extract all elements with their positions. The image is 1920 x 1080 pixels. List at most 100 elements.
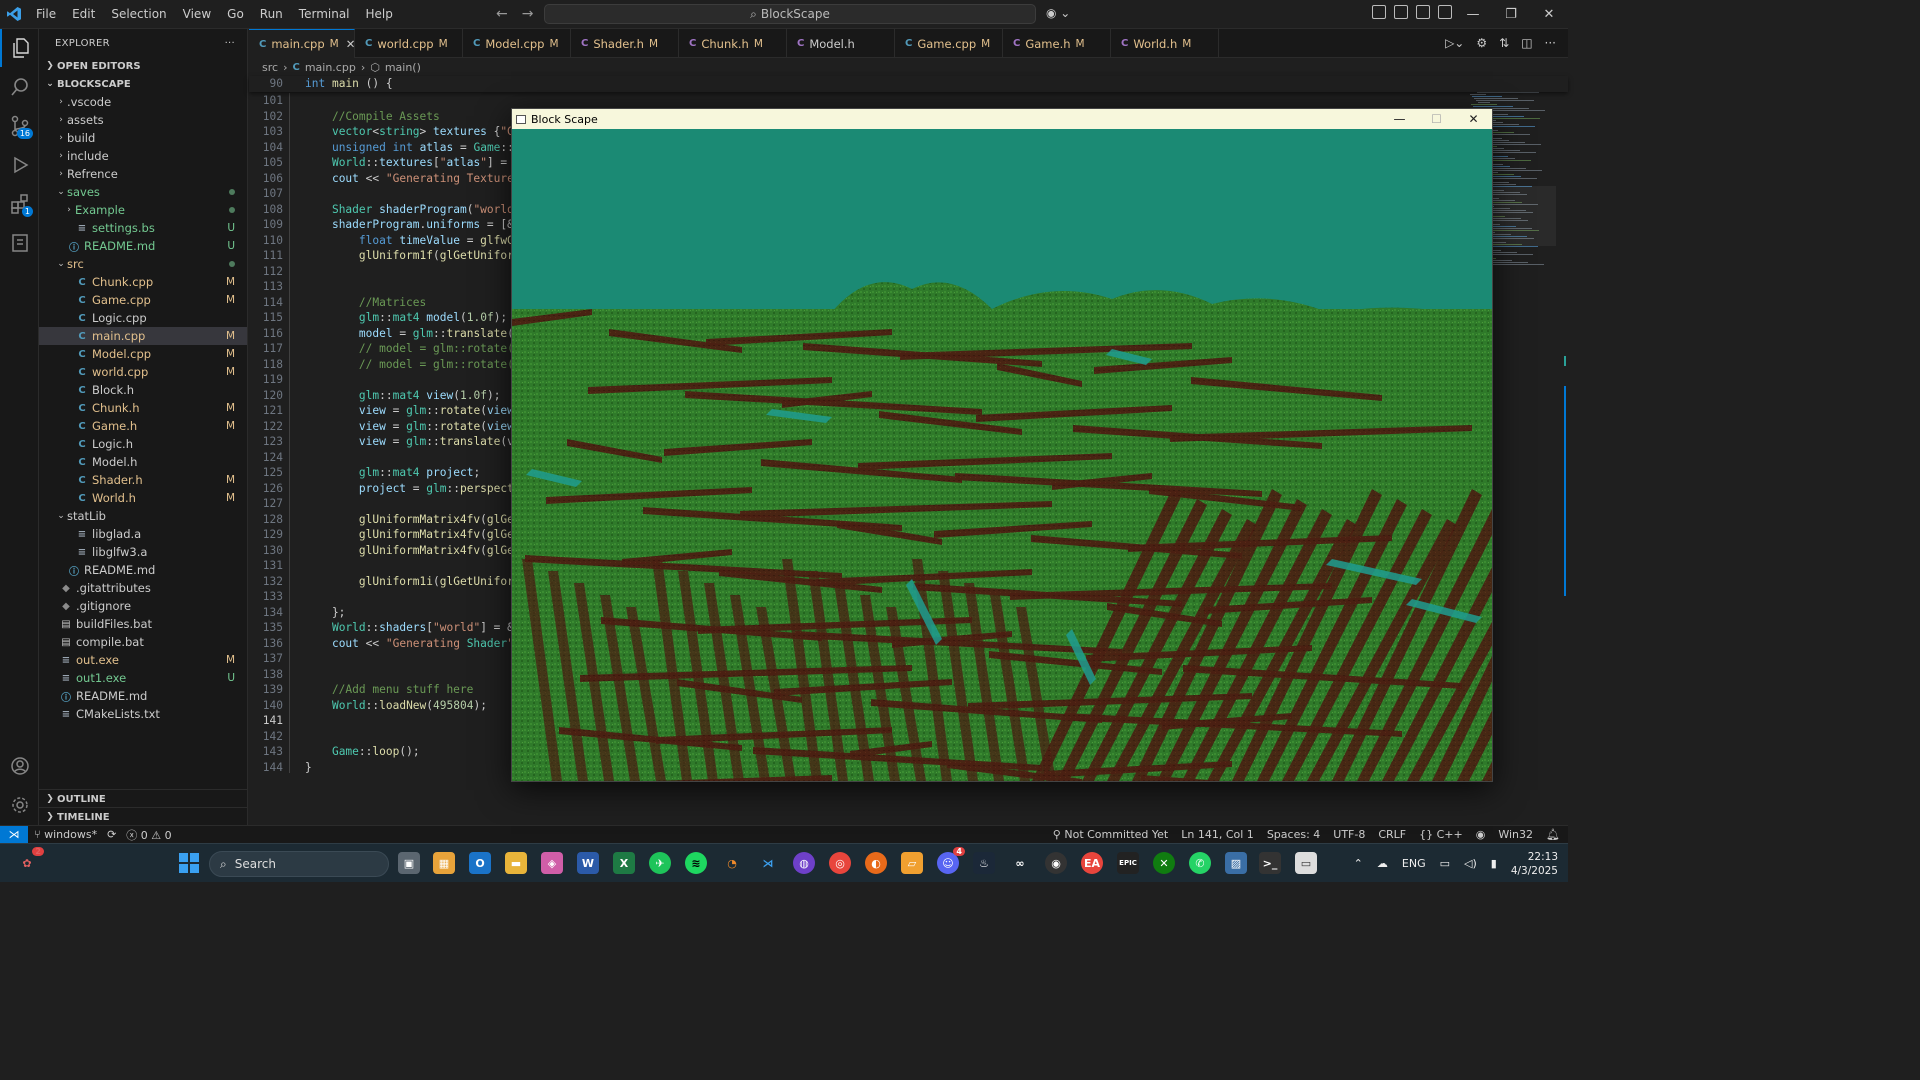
tree-folder[interactable]: › .vscode: [39, 93, 247, 111]
tree-file[interactable]: C Block.h: [39, 381, 247, 399]
outline-section[interactable]: ❯ OUTLINE: [39, 789, 248, 808]
code-line[interactable]: [305, 729, 527, 745]
code-line[interactable]: [305, 264, 527, 280]
code-line[interactable]: glUniformMatrix4fv(glGetU: [305, 512, 527, 528]
menu-item-view[interactable]: View: [175, 0, 219, 29]
code-line[interactable]: unsigned int atlas = Game::ge: [305, 140, 527, 156]
vscode-taskbar-icon[interactable]: ⋊: [757, 852, 779, 874]
code-line[interactable]: //Matrices: [305, 295, 527, 311]
code-line[interactable]: }: [305, 760, 527, 776]
code-line[interactable]: [305, 713, 527, 729]
tree-file[interactable]: C Game.cpp M: [39, 291, 247, 309]
run-debug-icon[interactable]: [0, 146, 39, 184]
volume-icon[interactable]: ◁): [1464, 857, 1477, 870]
tree-file[interactable]: ≡ out1.exe U: [39, 669, 247, 687]
code-line[interactable]: // model = glm::rotate(mo: [305, 357, 527, 373]
tree-folder[interactable]: › include: [39, 147, 247, 165]
outlook-icon[interactable]: O: [469, 852, 491, 874]
maximize-icon[interactable]: ☐: [1418, 109, 1455, 129]
tree-file[interactable]: C Model.cpp M: [39, 345, 247, 363]
clock[interactable]: 22:13 4/3/2025: [1511, 850, 1558, 878]
code-line[interactable]: // model = glm::rotate(mo: [305, 341, 527, 357]
platform[interactable]: Win32: [1498, 828, 1533, 841]
tree-file[interactable]: ▤ compile.bat: [39, 633, 247, 651]
menu-item-edit[interactable]: Edit: [64, 0, 103, 29]
code-line[interactable]: project = glm::perspectiv: [305, 481, 527, 497]
code-line[interactable]: World::textures["atlas"] = &a: [305, 155, 527, 171]
tree-file[interactable]: C Shader.h M: [39, 471, 247, 489]
code-line[interactable]: view = glm::translate(vie: [305, 434, 527, 450]
code-line[interactable]: [305, 186, 527, 202]
menu-item-help[interactable]: Help: [358, 0, 401, 29]
problems-item[interactable]: ⓧ 0 ⚠ 0: [126, 827, 171, 843]
close-tab-icon[interactable]: ✕: [346, 37, 356, 51]
chevron-up-icon[interactable]: ⌃: [1354, 857, 1363, 870]
game-window[interactable]: Block Scape — ☐ ✕: [511, 108, 1493, 782]
display-app-icon[interactable]: ▨: [1225, 852, 1247, 874]
code-line[interactable]: cout << "Generating Shader" <: [305, 636, 527, 652]
bell-icon[interactable]: 🔔︎: [1546, 828, 1560, 841]
tree-folder[interactable]: ⌄ src: [39, 255, 247, 273]
code-line[interactable]: [305, 589, 527, 605]
app-folder-icon[interactable]: ▱: [901, 852, 923, 874]
close-icon[interactable]: ✕: [1530, 0, 1568, 29]
open-editors-section[interactable]: ❯ OPEN EDITORS: [39, 57, 247, 75]
code-line[interactable]: glUniform1f(glGetUniformL: [305, 248, 527, 264]
forward-arrow-icon[interactable]: →: [522, 6, 534, 22]
tree-file[interactable]: C Game.h M: [39, 417, 247, 435]
tree-folder[interactable]: › Example: [39, 201, 247, 219]
split-editor-icon[interactable]: ◫: [1521, 36, 1532, 50]
search-icon[interactable]: [0, 68, 39, 106]
encoding[interactable]: UTF-8: [1333, 828, 1365, 841]
steam-icon[interactable]: ♨: [973, 852, 995, 874]
tab-chunk-h[interactable]: C Chunk.h M: [679, 29, 787, 58]
minimize-icon[interactable]: —: [1381, 109, 1418, 129]
whatsapp-icon[interactable]: ✆: [1189, 852, 1211, 874]
language-mode[interactable]: {} C++: [1419, 828, 1463, 841]
testing-icon[interactable]: [0, 224, 39, 262]
tree-file[interactable]: Cmain.cpp M: [39, 327, 247, 345]
tab-world-cpp[interactable]: Cworld.cpp M: [355, 29, 463, 58]
epic-games-icon[interactable]: EPIC: [1117, 852, 1139, 874]
toggle-panel-icon[interactable]: [1416, 5, 1430, 19]
cursor-position[interactable]: Ln 141, Col 1: [1181, 828, 1254, 841]
code-line[interactable]: World::loadNew(495804);: [305, 698, 527, 714]
tree-folder[interactable]: › build: [39, 129, 247, 147]
code-line[interactable]: [305, 279, 527, 295]
code-line[interactable]: vector<string> textures {"Gra: [305, 124, 527, 140]
menu-item-terminal[interactable]: Terminal: [291, 0, 358, 29]
github-icon[interactable]: ◍: [793, 852, 815, 874]
layout-custom-icon[interactable]: [1372, 5, 1386, 19]
explorer-icon[interactable]: [0, 29, 39, 67]
ea-icon[interactable]: EA: [1081, 852, 1103, 874]
indentation[interactable]: Spaces: 4: [1267, 828, 1320, 841]
game-viewport[interactable]: [512, 129, 1492, 781]
excel-icon[interactable]: X: [613, 852, 635, 874]
tab-model-cpp[interactable]: C Model.cpp M: [463, 29, 571, 58]
more-icon[interactable]: ···: [1545, 36, 1556, 50]
tree-file[interactable]: ▤ buildFiles.bat: [39, 615, 247, 633]
tree-file[interactable]: ⓘ README.md: [39, 687, 247, 705]
tab-world-h[interactable]: C World.h M: [1111, 29, 1219, 58]
block-scape-taskbar-icon[interactable]: ▭: [1295, 852, 1317, 874]
timeline-section[interactable]: ❯ TIMELINE: [39, 807, 248, 826]
code-line[interactable]: [305, 93, 527, 109]
remote-icon[interactable]: ⋊: [0, 825, 28, 844]
obs-icon[interactable]: ◉: [1045, 852, 1067, 874]
project-root-section[interactable]: ⌄ BLOCKSCAPE: [39, 75, 247, 93]
extensions-icon[interactable]: 1: [0, 185, 39, 223]
file-explorer-icon[interactable]: ▬: [505, 852, 527, 874]
code-line[interactable]: };: [305, 605, 527, 621]
menu-item-go[interactable]: Go: [219, 0, 252, 29]
branch-item[interactable]: ⑂ windows*: [34, 828, 97, 841]
code-line[interactable]: Game::loop();: [305, 744, 527, 760]
tree-file[interactable]: ≡ out.exe M: [39, 651, 247, 669]
code-line[interactable]: [305, 667, 527, 683]
tree-file[interactable]: ≡ libglfw3.a: [39, 543, 247, 561]
tab-model-h[interactable]: C Model.h: [787, 29, 895, 58]
menu-item-selection[interactable]: Selection: [103, 0, 174, 29]
code-line[interactable]: glUniform1i(glGetUniformL: [305, 574, 527, 590]
tree-folder[interactable]: › assets: [39, 111, 247, 129]
accounts-icon[interactable]: [0, 747, 39, 785]
terminal-icon[interactable]: >_: [1259, 852, 1281, 874]
